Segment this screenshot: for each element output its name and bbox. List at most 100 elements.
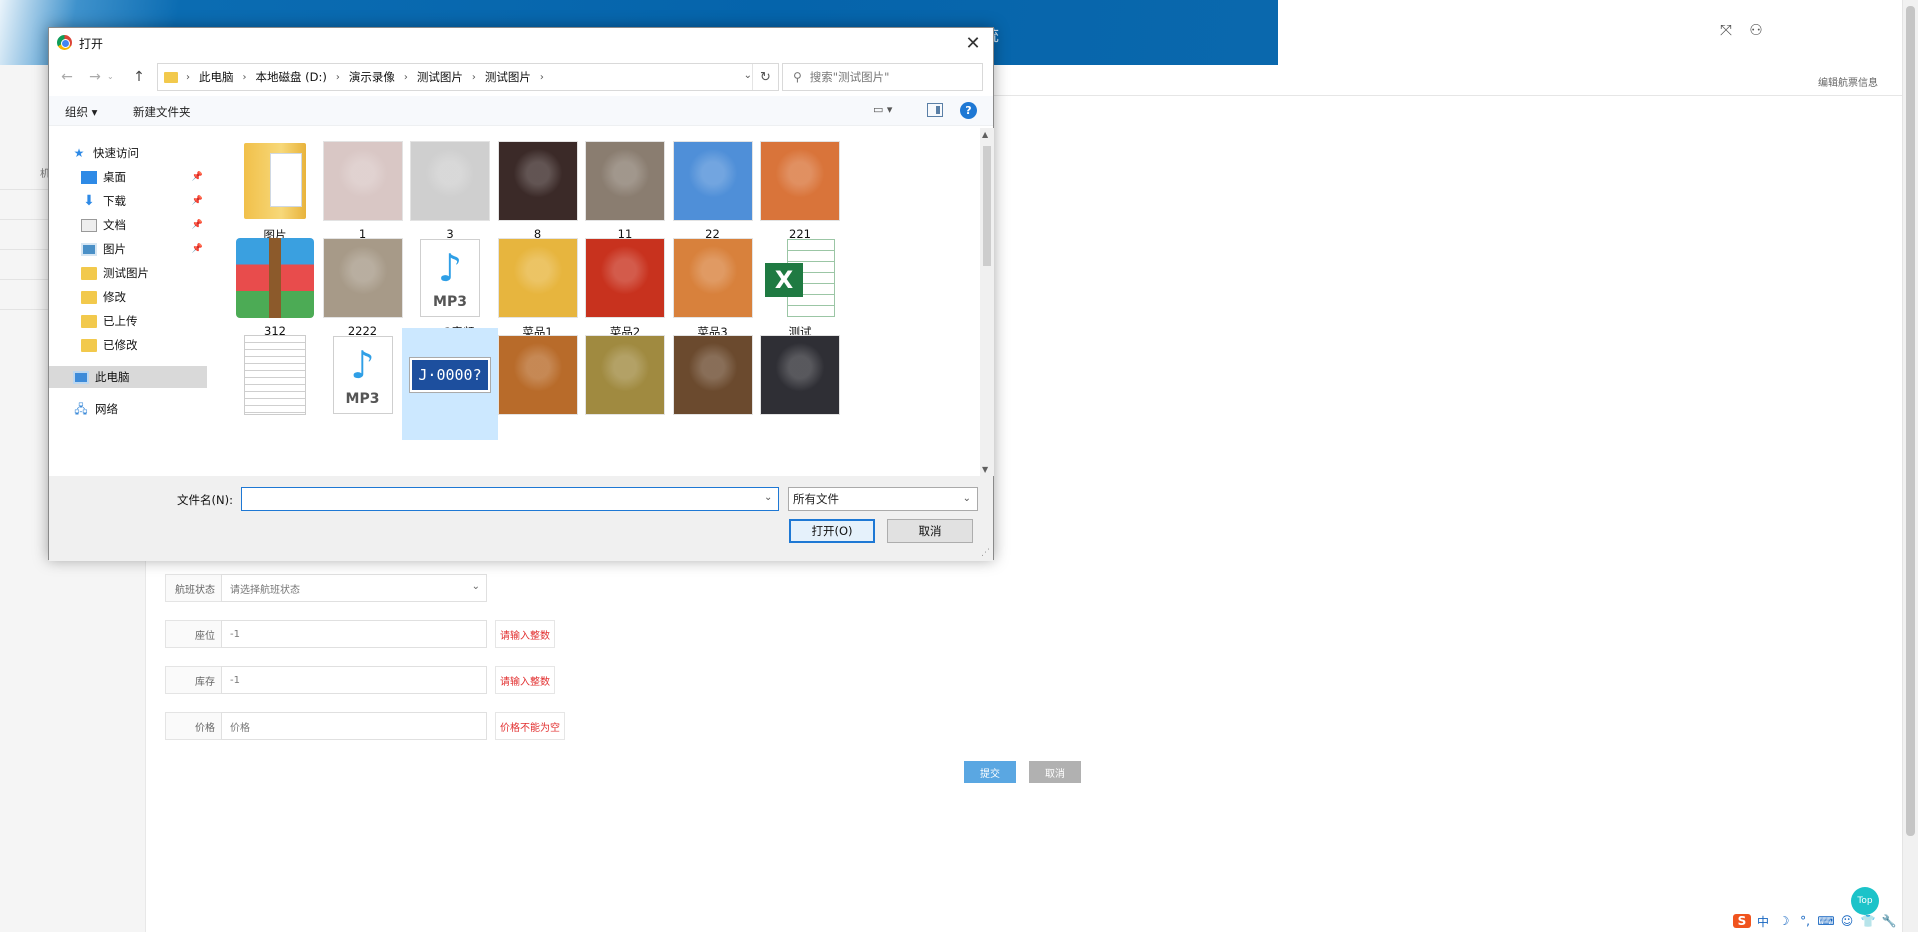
nav-documents[interactable]: 文档 📌	[49, 214, 207, 236]
help-icon[interactable]: ?	[960, 102, 977, 119]
file-item[interactable]: 11	[577, 134, 673, 246]
preview-pane-icon[interactable]	[927, 103, 943, 117]
music-note-icon: ♪	[350, 343, 375, 387]
breadcrumb-this-pc[interactable]: 此电脑	[199, 69, 234, 85]
scroll-down-icon[interactable]: ▼	[982, 465, 988, 474]
stock-input[interactable]: -1	[221, 666, 487, 694]
file-item[interactable]: X 测试	[752, 231, 848, 343]
file-list: 图片1381122221 3122222♪MP3mp3音频菜品1菜品2菜品3X测试…	[219, 128, 979, 476]
arrow-up-icon: ↑	[133, 69, 145, 85]
file-item[interactable]: 8	[490, 134, 586, 246]
nav-quick-access[interactable]: ★ 快速访问	[49, 142, 207, 164]
breadcrumb-drive-d[interactable]: 本地磁盘 (D:)	[256, 69, 327, 85]
status-select[interactable]: 请选择航班状态 ⌄	[221, 574, 487, 602]
file-item[interactable]: 1	[315, 134, 411, 246]
file-item[interactable]	[752, 328, 848, 440]
ime-tools-icon[interactable]: 🔧	[1880, 914, 1898, 928]
text-file-icon	[244, 335, 306, 415]
ime-moon-icon[interactable]: ☽	[1775, 914, 1793, 928]
up-button[interactable]: ↑	[129, 67, 149, 87]
stock-error: 请输入整数	[495, 666, 555, 694]
fullscreen-icon[interactable]: ⤧	[1716, 20, 1736, 40]
chevron-right-icon[interactable]: ›	[243, 72, 247, 83]
file-item[interactable]	[227, 328, 323, 440]
chevron-right-icon[interactable]: ›	[186, 72, 190, 83]
nav-downloads[interactable]: ⬇ 下载 📌	[49, 190, 207, 212]
price-input[interactable]: 价格	[221, 712, 487, 740]
nav-folder-uploaded[interactable]: 已上传	[49, 310, 207, 332]
back-button[interactable]: ←	[57, 67, 77, 87]
image-thumbnail	[585, 141, 665, 221]
dialog-footer: 文件名(N): ⌄ 所有文件 ⌄ 打开(O) 取消 ⋰	[49, 476, 993, 561]
file-item[interactable]	[577, 328, 673, 440]
chevron-right-icon[interactable]: ›	[472, 72, 476, 83]
refresh-button[interactable]: ↻	[752, 64, 778, 90]
download-icon: ⬇	[83, 192, 95, 209]
recent-dropdown-icon[interactable]: ⌄	[107, 72, 127, 92]
filename-input[interactable]	[241, 487, 779, 511]
file-item[interactable]: 2222	[315, 231, 411, 343]
page-scrollbar[interactable]	[1902, 0, 1918, 932]
view-options-icon[interactable]: ▭ ▾	[873, 103, 892, 116]
chevron-right-icon[interactable]: ›	[336, 72, 340, 83]
file-item[interactable]: 菜品3	[665, 231, 761, 343]
resize-grip-icon[interactable]: ⋰	[981, 548, 990, 558]
new-folder-button[interactable]: 新建文件夹	[133, 102, 191, 122]
nav-pictures[interactable]: 图片 📌	[49, 238, 207, 260]
form-cancel-button[interactable]: 取消	[1029, 761, 1081, 783]
seats-input[interactable]: -1	[221, 620, 487, 648]
file-item[interactable]: 22	[665, 134, 761, 246]
ime-logo-icon[interactable]: S	[1733, 914, 1751, 928]
chevron-down-icon[interactable]: ⌄	[764, 492, 772, 503]
file-item[interactable]: J·0000?	[402, 328, 498, 440]
nav-network[interactable]: 🖧 网络	[49, 398, 207, 420]
file-item[interactable]: 3	[402, 134, 498, 246]
folder-icon	[81, 314, 97, 328]
nav-item-label: 测试图片	[103, 266, 149, 280]
close-button[interactable]: ✕	[953, 28, 993, 58]
filetype-select[interactable]: 所有文件 ⌄	[788, 487, 978, 511]
search-input[interactable]: ⚲ 搜索"测试图片"	[782, 63, 983, 91]
file-item[interactable]: ♪ MP3	[315, 328, 411, 440]
scroll-up-icon[interactable]: ▲	[982, 130, 988, 139]
nav-this-pc[interactable]: 此电脑	[49, 366, 207, 388]
nav-folder-test-images[interactable]: 测试图片	[49, 262, 207, 284]
dialog-titlebar[interactable]: 打开 ✕	[49, 28, 993, 58]
cancel-button[interactable]: 取消	[887, 519, 973, 543]
breadcrumb-demo[interactable]: 演示录像	[349, 69, 395, 85]
nav-item-label: 快速访问	[93, 146, 139, 160]
file-item[interactable]: 221	[752, 134, 848, 246]
ime-keyboard-icon[interactable]: ⌨	[1817, 914, 1835, 928]
nav-folder-modified[interactable]: 已修改	[49, 334, 207, 356]
file-item[interactable]: 312	[227, 231, 323, 343]
ime-mode-icon[interactable]: 中	[1754, 913, 1772, 930]
file-item[interactable]	[665, 328, 761, 440]
file-open-dialog: 打开 ✕ ← → ⌄ ↑ › 此电脑 › 本地磁盘 (D:) › 演示录像 › …	[48, 27, 994, 561]
address-bar[interactable]: › 此电脑 › 本地磁盘 (D:) › 演示录像 › 测试图片 › 测试图片 ›…	[157, 63, 779, 91]
chevron-down-icon[interactable]: ⌄	[744, 70, 752, 81]
file-item[interactable]: ♪MP3mp3音频	[402, 231, 498, 343]
forward-button[interactable]: →	[85, 67, 105, 87]
file-item[interactable]	[490, 328, 586, 440]
nav-desktop[interactable]: 桌面 📌	[49, 166, 207, 188]
open-button[interactable]: 打开(O)	[789, 519, 875, 543]
file-list-scrollbar[interactable]: ▲ ▼	[980, 128, 994, 476]
file-item[interactable]: 菜品2	[577, 231, 673, 343]
breadcrumb-test-images[interactable]: 测试图片	[417, 69, 463, 85]
ime-punct-icon[interactable]: °,	[1796, 914, 1814, 928]
file-item[interactable]: 菜品1	[490, 231, 586, 343]
breadcrumb-test-images-current[interactable]: 测试图片	[485, 69, 531, 85]
submit-button[interactable]: 提交	[964, 761, 1016, 783]
file-item[interactable]: 图片	[227, 134, 323, 246]
user-icon[interactable]: ⚇	[1746, 20, 1766, 40]
chevron-right-icon[interactable]: ›	[540, 72, 544, 83]
scrollbar-thumb[interactable]	[983, 146, 991, 266]
chevron-right-icon[interactable]: ›	[404, 72, 408, 83]
scrollbar-thumb[interactable]	[1906, 6, 1915, 836]
ime-skin-icon[interactable]: 👕	[1859, 914, 1877, 928]
nav-folder-modify[interactable]: 修改	[49, 286, 207, 308]
chevron-down-icon: ⌄	[471, 581, 480, 592]
nav-item-label: 已修改	[103, 338, 138, 352]
organize-button[interactable]: 组织 ▾	[65, 102, 97, 122]
ime-emoji-icon[interactable]: ☺	[1838, 914, 1856, 928]
